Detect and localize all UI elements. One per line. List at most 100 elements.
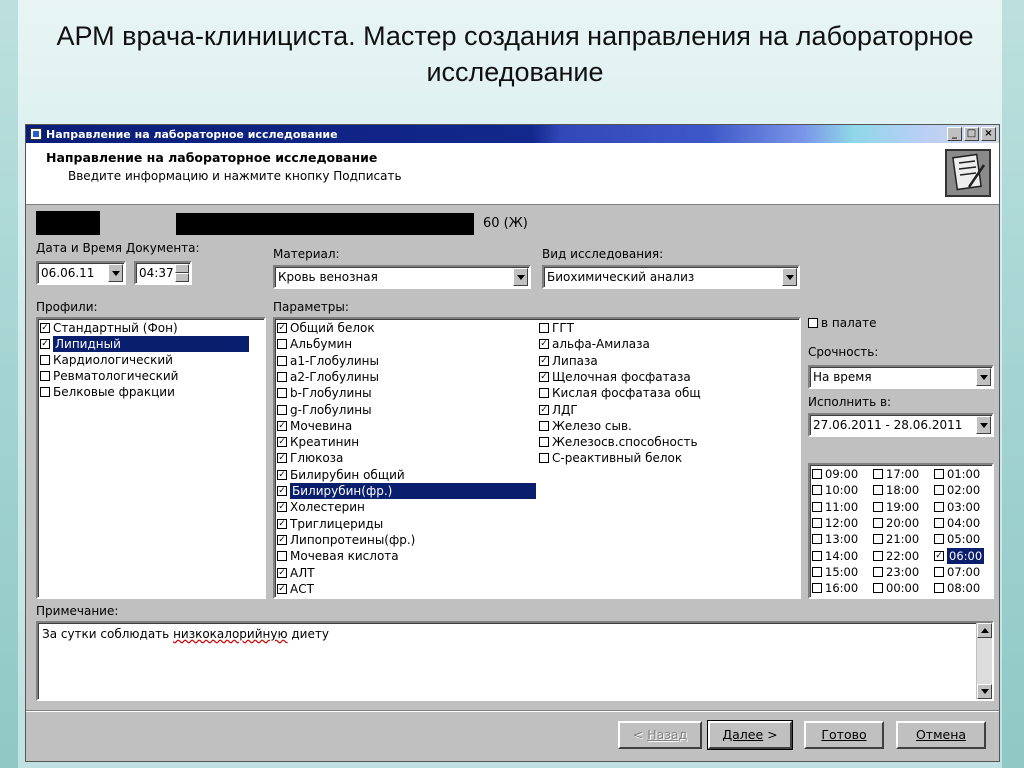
checkbox[interactable] <box>812 501 822 512</box>
param-item[interactable]: С-реактивный белок <box>539 450 682 466</box>
checkbox[interactable] <box>873 469 883 479</box>
param-item[interactable]: АСТ <box>277 581 314 597</box>
checkbox[interactable] <box>812 517 822 528</box>
checkbox[interactable] <box>934 485 944 496</box>
checkbox[interactable] <box>812 566 822 577</box>
param-item[interactable]: g-Глобулины <box>277 402 372 418</box>
next-button[interactable]: Далее > <box>707 720 793 750</box>
done-button[interactable]: Готово <box>804 721 884 749</box>
param-item[interactable]: Щелочная фосфатаза <box>539 369 691 385</box>
param-item[interactable]: Креатинин <box>277 434 359 450</box>
time-slot[interactable]: 01:00 <box>934 466 980 482</box>
time-slot[interactable]: 15:00 <box>812 564 858 580</box>
param-item[interactable]: Железо сыв. <box>539 418 632 434</box>
checkbox[interactable] <box>539 323 549 333</box>
checkbox[interactable] <box>277 437 287 448</box>
checkbox[interactable] <box>812 485 822 496</box>
param-item[interactable]: Глюкоза <box>277 450 343 466</box>
doc-date-picker[interactable]: 06.06.11 <box>36 261 126 285</box>
param-item[interactable]: Мочевина <box>277 418 352 434</box>
time-slot[interactable]: 16:00 <box>812 580 858 596</box>
back-button[interactable]: < Назад <box>618 721 702 749</box>
study-type-select[interactable]: Биохимический анализ <box>542 265 800 289</box>
checkbox[interactable] <box>277 583 287 594</box>
time-slot[interactable]: 23:00 <box>873 564 919 580</box>
checkbox[interactable] <box>277 388 287 399</box>
time-slot[interactable]: 13:00 <box>812 531 858 547</box>
chevron-down-icon[interactable] <box>976 416 991 434</box>
time-slot[interactable]: 17:00 <box>873 466 919 482</box>
param-item[interactable]: Железосв.способность <box>539 434 698 450</box>
checkbox[interactable] <box>40 387 50 397</box>
checkbox[interactable] <box>277 453 287 464</box>
checkbox[interactable] <box>539 437 549 448</box>
material-select[interactable]: Кровь венозная <box>273 265 531 289</box>
ward-checkbox[interactable]: в палате <box>808 315 876 331</box>
note-scrollbar[interactable] <box>976 623 992 699</box>
chevron-down-icon[interactable] <box>976 368 991 386</box>
urgency-select[interactable]: На время <box>808 365 994 389</box>
time-slot[interactable]: 10:00 <box>812 482 858 498</box>
param-item[interactable]: Альбумин <box>277 336 352 352</box>
time-slots-grid[interactable]: 09:00 10:00 11:00 12:00 13:00 14:00 15:00 16:00… <box>808 463 994 599</box>
chevron-down-icon[interactable] <box>782 268 797 286</box>
checkbox[interactable] <box>277 404 287 415</box>
checkbox[interactable] <box>539 404 549 415</box>
param-item[interactable]: Липопротеины(фр.) <box>277 532 415 548</box>
checkbox[interactable] <box>934 469 944 479</box>
time-slot[interactable]: 18:00 <box>873 482 919 498</box>
time-slot[interactable]: 11:00 <box>812 499 858 515</box>
checkbox[interactable] <box>812 550 822 561</box>
param-item[interactable]: АЛТ <box>277 565 315 581</box>
time-slot[interactable]: 03:00 <box>934 499 980 515</box>
checkbox[interactable] <box>873 534 883 545</box>
checkbox[interactable] <box>873 550 883 561</box>
time-slot[interactable]: 04:00 <box>934 515 980 531</box>
time-slot[interactable]: 09:00 <box>812 466 858 482</box>
checkbox[interactable] <box>934 534 944 545</box>
checkbox[interactable] <box>40 371 50 381</box>
checkbox[interactable] <box>277 567 287 578</box>
checkbox[interactable] <box>934 583 944 594</box>
time-slot[interactable]: 22:00 <box>873 548 919 564</box>
param-item[interactable]: a1-Глобулины <box>277 353 379 369</box>
checkbox[interactable] <box>873 566 883 577</box>
checkbox[interactable] <box>873 583 883 594</box>
note-textarea[interactable]: За сутки соблюдать низкокалорийную диету <box>36 621 994 701</box>
checkbox[interactable] <box>812 469 822 479</box>
scroll-up-icon[interactable] <box>977 623 992 638</box>
checkbox[interactable] <box>873 501 883 512</box>
checkbox[interactable] <box>277 371 287 382</box>
checkbox[interactable] <box>277 323 287 333</box>
param-item[interactable]: Билирубин общий <box>277 467 405 483</box>
time-slot[interactable]: 14:00 <box>812 548 858 564</box>
param-item[interactable]: ЛДГ <box>539 402 578 418</box>
spin-down-icon[interactable] <box>175 273 189 282</box>
checkbox[interactable] <box>277 339 287 350</box>
minimize-icon[interactable]: _ <box>947 127 962 141</box>
param-item[interactable]: Кислая фосфатаза общ <box>539 385 701 401</box>
checkbox[interactable] <box>277 469 287 480</box>
checkbox[interactable] <box>934 550 944 561</box>
param-item[interactable]: Липаза <box>539 353 598 369</box>
cancel-button[interactable]: Отмена <box>896 721 986 749</box>
time-slot[interactable]: 07:00 <box>934 564 980 580</box>
param-item[interactable]: альфа-Амилаза <box>539 336 650 352</box>
checkbox[interactable] <box>40 339 50 349</box>
param-item[interactable]: Общий белок <box>277 320 375 336</box>
profile-item[interactable]: Кардиологический <box>40 352 173 368</box>
time-slot[interactable]: 21:00 <box>873 531 919 547</box>
params-list[interactable]: Общий белок Альбуминa1-Глобулиныa2-Глобул… <box>273 317 801 599</box>
checkbox[interactable] <box>873 517 883 528</box>
checkbox[interactable] <box>277 486 287 496</box>
profile-item[interactable]: Стандартный (Фон) <box>40 320 178 336</box>
profile-item[interactable]: Липидный <box>40 336 249 352</box>
checkbox[interactable] <box>934 517 944 528</box>
checkbox[interactable] <box>539 420 549 431</box>
doc-time-spinner[interactable]: 04:37 <box>134 261 192 285</box>
profile-item[interactable]: Белковые фракции <box>40 384 175 400</box>
chevron-down-icon[interactable] <box>108 264 123 282</box>
param-item[interactable]: Триглицериды <box>277 516 383 532</box>
checkbox[interactable] <box>873 485 883 496</box>
param-item[interactable]: Мочевая кислота <box>277 548 399 564</box>
